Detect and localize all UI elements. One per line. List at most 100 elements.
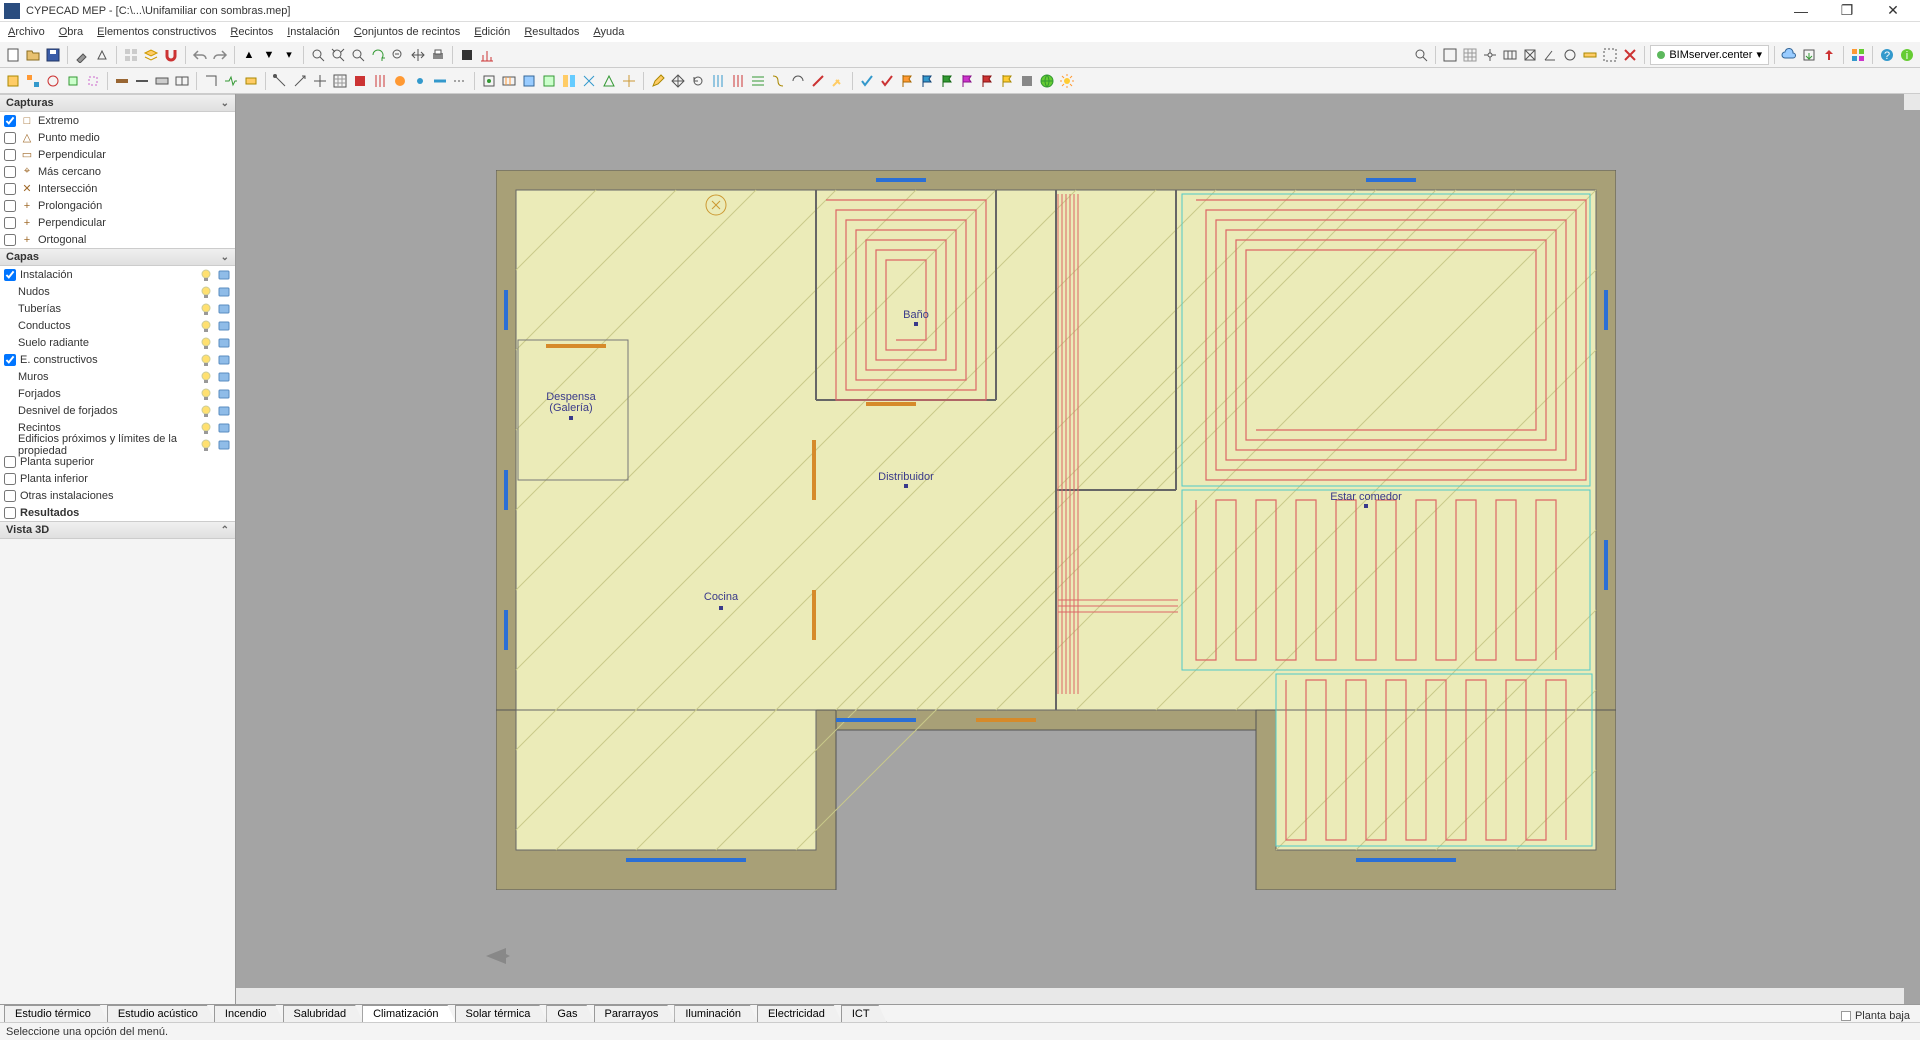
print-icon[interactable] xyxy=(429,46,447,64)
layer-item[interactable]: Edificios próximos y límites de la propi… xyxy=(0,436,235,453)
menu-elementos[interactable]: Elementos constructivos xyxy=(97,26,216,38)
menu-instalacion[interactable]: Instalación xyxy=(287,26,340,38)
tool-icon[interactable] xyxy=(133,72,151,90)
menu-obra[interactable]: Obra xyxy=(59,26,83,38)
flag-icon[interactable] xyxy=(918,72,936,90)
tab-electricidad[interactable]: Electricidad xyxy=(757,1005,842,1022)
capture-option[interactable]: △Punto medio xyxy=(0,129,235,146)
capture-option[interactable]: ▭Perpendicular xyxy=(0,146,235,163)
tool-icon[interactable] xyxy=(242,72,260,90)
tool-icon[interactable] xyxy=(44,72,62,90)
open-icon[interactable] xyxy=(24,46,42,64)
ruler-icon[interactable] xyxy=(1581,46,1599,64)
tool-icon[interactable] xyxy=(391,72,409,90)
tool-icon[interactable] xyxy=(769,72,787,90)
tool-icon[interactable] xyxy=(540,72,558,90)
tool-icon[interactable] xyxy=(371,72,389,90)
menu-ayuda[interactable]: Ayuda xyxy=(593,26,624,38)
tool-icon[interactable] xyxy=(451,72,469,90)
tool-icon[interactable] xyxy=(600,72,618,90)
tool-icon[interactable] xyxy=(520,72,538,90)
help-icon[interactable]: ? xyxy=(1878,46,1896,64)
menu-archivo[interactable]: Archivo xyxy=(8,26,45,38)
view-mode-icon[interactable] xyxy=(1441,46,1459,64)
tab-gas[interactable]: Gas xyxy=(546,1005,594,1022)
rotate-icon[interactable] xyxy=(689,72,707,90)
layer-item[interactable]: Conductos xyxy=(0,317,235,334)
layer-item[interactable]: Planta superior xyxy=(0,453,235,470)
floor-indicator[interactable]: Planta baja xyxy=(1841,1010,1916,1022)
check-icon[interactable] xyxy=(858,72,876,90)
delete-icon[interactable] xyxy=(1621,46,1639,64)
select-icon[interactable] xyxy=(1601,46,1619,64)
tool-icon[interactable] xyxy=(809,72,827,90)
save-icon[interactable] xyxy=(44,46,62,64)
tool-icon[interactable] xyxy=(331,72,349,90)
tab-estudio-térmico[interactable]: Estudio térmico xyxy=(4,1005,108,1022)
layer-item[interactable]: Muros xyxy=(0,368,235,385)
tool-icon[interactable] xyxy=(560,72,578,90)
sun-icon[interactable] xyxy=(1058,72,1076,90)
share-icon[interactable] xyxy=(1820,46,1838,64)
layer-item[interactable]: Otras instalaciones xyxy=(0,487,235,504)
tool-icon[interactable] xyxy=(411,72,429,90)
capture-option[interactable]: +Ortogonal xyxy=(0,231,235,248)
menu-edicion[interactable]: Edición xyxy=(474,26,510,38)
tab-incendio[interactable]: Incendio xyxy=(214,1005,284,1022)
capture-option[interactable]: □Extremo xyxy=(0,112,235,129)
maximize-button[interactable]: ❐ xyxy=(1824,1,1870,21)
tool-icon[interactable] xyxy=(93,46,111,64)
view-grid-icon[interactable] xyxy=(1461,46,1479,64)
horizontal-scrollbar[interactable] xyxy=(236,988,1904,1004)
layer-group[interactable]: Instalación xyxy=(0,266,235,283)
tool-icon[interactable] xyxy=(1018,72,1036,90)
tab-ict[interactable]: ICT xyxy=(841,1005,887,1022)
settings-icon[interactable] xyxy=(1849,46,1867,64)
tool-icon[interactable] xyxy=(113,72,131,90)
menu-conjuntos[interactable]: Conjuntos de recintos xyxy=(354,26,460,38)
capture-option[interactable]: +Perpendicular xyxy=(0,214,235,231)
tab-salubridad[interactable]: Salubridad xyxy=(283,1005,364,1022)
menu-resultados[interactable]: Resultados xyxy=(524,26,579,38)
redo-icon[interactable] xyxy=(211,46,229,64)
globe-icon[interactable] xyxy=(1038,72,1056,90)
down-icon[interactable]: ▼ xyxy=(260,46,278,64)
capture-option[interactable]: +Prolongación xyxy=(0,197,235,214)
flag-icon[interactable] xyxy=(938,72,956,90)
tool-icon[interactable] xyxy=(500,72,518,90)
vertical-scrollbar[interactable] xyxy=(1904,94,1920,110)
chart-icon[interactable] xyxy=(478,46,496,64)
view-icon[interactable] xyxy=(1501,46,1519,64)
magnet-icon[interactable] xyxy=(162,46,180,64)
tool-icon[interactable] xyxy=(64,72,82,90)
flag-icon[interactable] xyxy=(958,72,976,90)
edit-icon[interactable] xyxy=(649,72,667,90)
flag-icon[interactable] xyxy=(998,72,1016,90)
flag-icon[interactable] xyxy=(898,72,916,90)
tool-icon[interactable] xyxy=(291,72,309,90)
tool-icon[interactable] xyxy=(829,72,847,90)
bimserver-dropdown[interactable]: BIMserver.center ▾ xyxy=(1650,45,1769,65)
menu-recintos[interactable]: Recintos xyxy=(230,26,273,38)
tool-icon[interactable] xyxy=(222,72,240,90)
layer-item[interactable]: Planta inferior xyxy=(0,470,235,487)
tool-icon[interactable] xyxy=(789,72,807,90)
tool-icon[interactable] xyxy=(271,72,289,90)
view-axis-icon[interactable] xyxy=(1481,46,1499,64)
layer-item[interactable]: Tuberías xyxy=(0,300,235,317)
capture-option[interactable]: ⌖Más cercano xyxy=(0,163,235,180)
tool-icon[interactable] xyxy=(24,72,42,90)
drawing-canvas[interactable]: for xyxy=(236,94,1920,1004)
tool-icon[interactable] xyxy=(431,72,449,90)
tool-icon[interactable] xyxy=(311,72,329,90)
tool-icon[interactable] xyxy=(480,72,498,90)
dropdown-icon[interactable]: ▾ xyxy=(280,46,298,64)
tool-icon[interactable] xyxy=(580,72,598,90)
tool-icon[interactable] xyxy=(351,72,369,90)
export-icon[interactable] xyxy=(1800,46,1818,64)
tool-icon[interactable] xyxy=(73,46,91,64)
tab-iluminación[interactable]: Iluminación xyxy=(674,1005,758,1022)
flag-icon[interactable] xyxy=(978,72,996,90)
tool-icon[interactable] xyxy=(729,72,747,90)
tool-icon[interactable] xyxy=(620,72,638,90)
